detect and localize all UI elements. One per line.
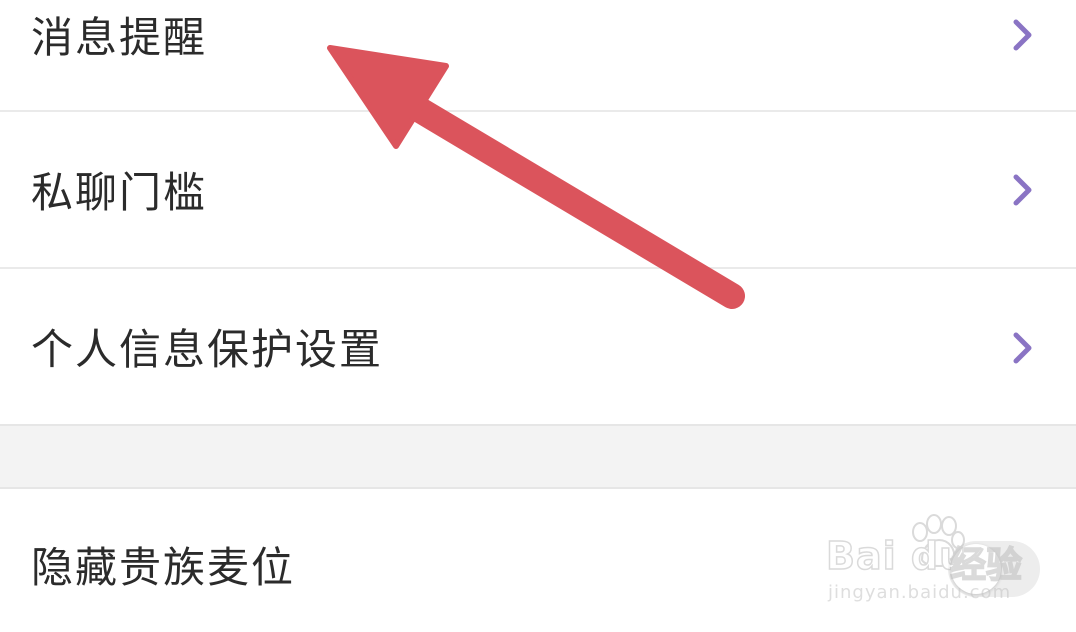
chevron-right-icon	[1013, 174, 1032, 206]
settings-item-message-reminder[interactable]: 消息提醒	[0, 0, 1076, 112]
settings-item-label: 个人信息保护设置	[31, 325, 384, 374]
settings-item-label: 私聊门槛	[31, 168, 208, 217]
baidu-jingyan-watermark: Bai du 经验 jingyan.baidu.com	[822, 512, 1054, 612]
settings-item-label: 隐藏贵族麦位	[31, 543, 296, 592]
settings-item-personal-info-protection[interactable]: 个人信息保护设置	[0, 269, 1076, 426]
settings-item-private-chat-threshold[interactable]: 私聊门槛	[0, 112, 1076, 269]
chevron-right-icon	[1013, 332, 1032, 364]
chevron-right-icon	[1013, 19, 1032, 51]
watermark-suffix-text: 经验	[949, 544, 1023, 587]
watermark-url-text: jingyan.baidu.com	[828, 582, 1012, 603]
section-divider	[0, 426, 1076, 487]
watermark-brand-text: Bai du	[825, 533, 968, 579]
settings-item-label: 消息提醒	[31, 13, 208, 62]
